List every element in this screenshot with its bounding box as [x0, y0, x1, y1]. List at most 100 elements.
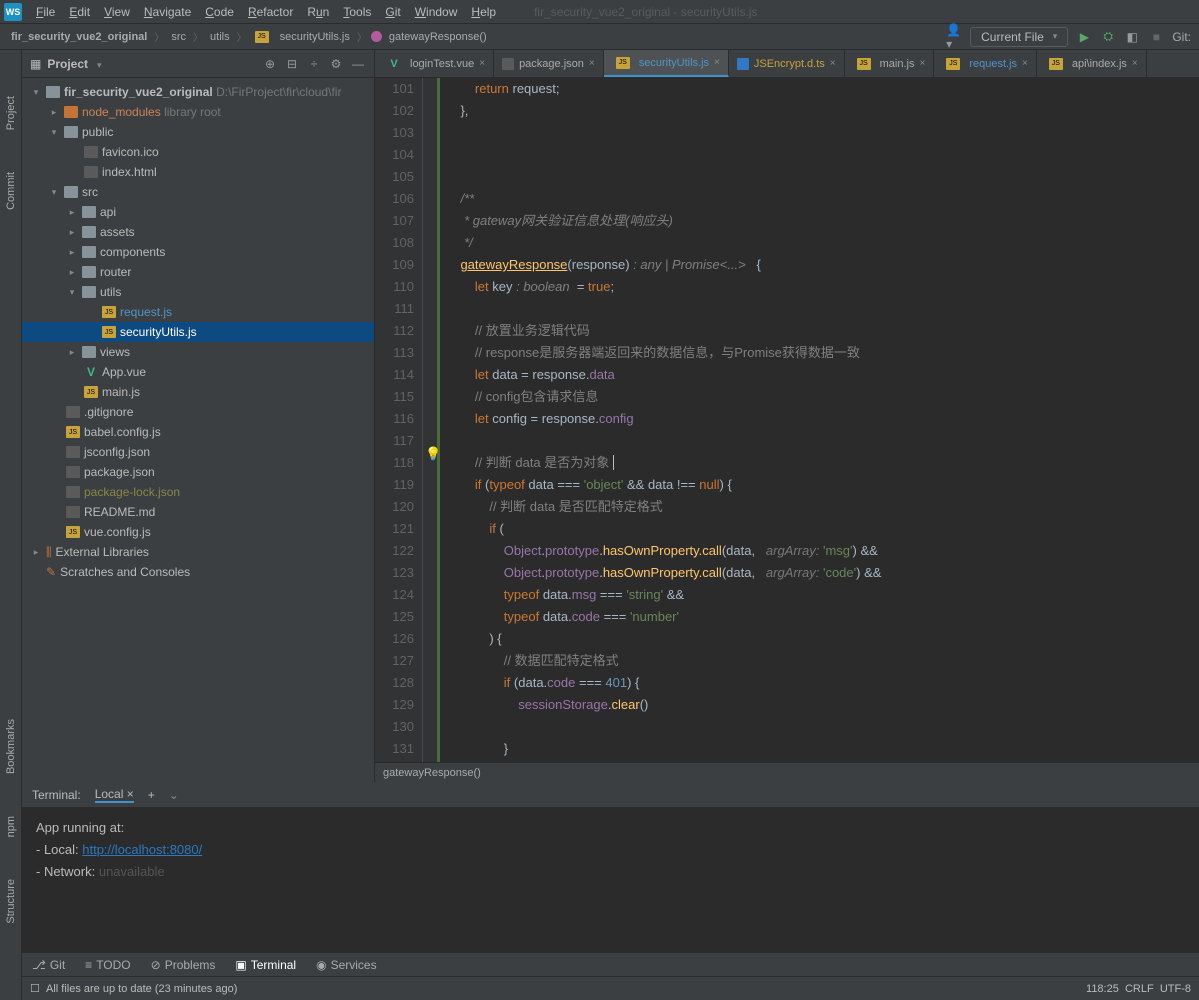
file-icon [66, 446, 80, 458]
project-tree[interactable]: ▾fir_security_vue2_original D:\FirProjec… [22, 78, 374, 782]
tree-public[interactable]: ▾public [22, 122, 374, 142]
tool-npm[interactable]: npm [5, 810, 17, 843]
bc-src[interactable]: src [168, 29, 189, 45]
tab-jsencrypt[interactable]: JSEncrypt.d.ts× [729, 50, 845, 77]
tree-assets[interactable]: ▸assets [22, 222, 374, 242]
menu-help[interactable]: Help [465, 3, 502, 21]
tw-services[interactable]: ◉ Services [316, 958, 377, 972]
close-icon[interactable]: × [589, 58, 595, 69]
tree-router[interactable]: ▸router [22, 262, 374, 282]
tab-logintest[interactable]: VloginTest.vue× [375, 50, 494, 77]
encoding[interactable]: UTF-8 [1160, 983, 1191, 995]
md-icon [66, 506, 80, 518]
run-button[interactable]: ▶ [1076, 29, 1092, 45]
tree-jsconfig[interactable]: jsconfig.json [22, 442, 374, 462]
tree-components[interactable]: ▸components [22, 242, 374, 262]
tree-extlib[interactable]: ▸⫼External Libraries [22, 542, 374, 562]
tree-favicon[interactable]: favicon.ico [22, 142, 374, 162]
bc-project[interactable]: fir_security_vue2_original [8, 29, 150, 45]
tab-request[interactable]: JSrequest.js× [934, 50, 1037, 77]
tab-main[interactable]: JSmain.js× [845, 50, 935, 77]
stop-button[interactable]: ■ [1148, 29, 1164, 45]
tool-project[interactable]: Project [5, 90, 17, 136]
js-icon: JS [1049, 58, 1063, 70]
tool-structure[interactable]: Structure [5, 873, 17, 930]
tree-request[interactable]: JSrequest.js [22, 302, 374, 322]
menu-refactor[interactable]: Refactor [242, 3, 299, 21]
terminal-tab-local[interactable]: Local × [95, 787, 134, 803]
menu-file[interactable]: File [30, 3, 61, 21]
menu-window[interactable]: Window [409, 3, 464, 21]
tool-commit[interactable]: Commit [5, 166, 17, 216]
tab-security[interactable]: JSsecurityUtils.js× [604, 50, 729, 77]
hide-icon[interactable]: — [350, 56, 366, 72]
tree-readme[interactable]: README.md [22, 502, 374, 522]
tree-api[interactable]: ▸api [22, 202, 374, 222]
menu-view[interactable]: View [98, 3, 136, 21]
close-icon[interactable]: × [479, 58, 485, 69]
localhost-link[interactable]: http://localhost:8080/ [82, 842, 202, 857]
tab-package[interactable]: package.json× [494, 50, 604, 77]
user-icon[interactable]: 👤▾ [946, 29, 962, 45]
new-terminal-button[interactable]: + [148, 788, 155, 802]
line-ending[interactable]: CRLF [1125, 983, 1154, 995]
menu-run[interactable]: Run [301, 3, 335, 21]
menu-edit[interactable]: Edit [63, 3, 96, 21]
menu-git[interactable]: Git [379, 3, 406, 21]
menu-navigate[interactable]: Navigate [138, 3, 197, 21]
bc-file[interactable]: securityUtils.js [277, 29, 353, 45]
tree-security[interactable]: JSsecurityUtils.js [22, 322, 374, 342]
tree-babel[interactable]: JSbabel.config.js [22, 422, 374, 442]
terminal-dropdown[interactable]: ⌄ [169, 788, 179, 802]
locate-icon[interactable]: ⊕ [262, 56, 278, 72]
tw-todo[interactable]: ≡ TODO [85, 958, 130, 972]
fold-gutter [423, 78, 437, 762]
bc-fn[interactable]: gatewayResponse() [386, 29, 490, 45]
tree-packagejson[interactable]: package.json [22, 462, 374, 482]
bottom-breadcrumb[interactable]: gatewayResponse() [375, 762, 1199, 782]
tree-gitignore[interactable]: .gitignore [22, 402, 374, 422]
file-icon [66, 486, 80, 498]
menu-code[interactable]: Code [199, 3, 240, 21]
terminal-output[interactable]: App running at: - Local: http://localhos… [22, 807, 1199, 952]
collapse-icon[interactable]: ÷ [306, 56, 322, 72]
tree-src[interactable]: ▾src [22, 182, 374, 202]
tree-scratches[interactable]: ✎Scratches and Consoles [22, 562, 374, 582]
tree-root[interactable]: ▾fir_security_vue2_original D:\FirProjec… [22, 82, 374, 102]
tab-apiindex[interactable]: JSapi\index.js× [1037, 50, 1147, 77]
tw-terminal[interactable]: ▣ Terminal [235, 958, 296, 972]
tw-problems[interactable]: ⊘ Problems [151, 958, 216, 972]
code-editor[interactable]: 1011021031041051061071081091101111121131… [375, 78, 1199, 762]
window-title: fir_security_vue2_original - securityUti… [534, 5, 757, 19]
code-content[interactable]: return request; }, /** * gateway网关验证信息处理… [437, 78, 1199, 762]
close-icon[interactable]: × [1022, 58, 1028, 69]
close-icon[interactable]: × [919, 58, 925, 69]
tree-utils[interactable]: ▾utils [22, 282, 374, 302]
tree-vueconfig[interactable]: JSvue.config.js [22, 522, 374, 542]
run-config-dropdown[interactable]: Current File [970, 27, 1068, 47]
intention-bulb-icon[interactable]: 💡 [425, 446, 441, 462]
tree-views[interactable]: ▸views [22, 342, 374, 362]
project-view-dropdown[interactable] [94, 57, 102, 71]
tool-bookmarks[interactable]: Bookmarks [5, 713, 17, 780]
settings-icon[interactable]: ⚙ [328, 56, 344, 72]
tree-appvue[interactable]: VApp.vue [22, 362, 374, 382]
close-icon[interactable]: × [830, 58, 836, 69]
tree-indexhtml[interactable]: index.html [22, 162, 374, 182]
debug-button[interactable]: ⛭ [1100, 29, 1116, 45]
status-icon[interactable]: ☐ [30, 982, 40, 995]
coverage-button[interactable]: ◧ [1124, 29, 1140, 45]
caret-position[interactable]: 118:25 [1086, 983, 1119, 995]
close-icon[interactable]: × [714, 57, 720, 68]
tree-packagelock[interactable]: package-lock.json [22, 482, 374, 502]
expand-icon[interactable]: ⊟ [284, 56, 300, 72]
tree-node-modules[interactable]: ▸node_modules library root [22, 102, 374, 122]
js-icon: JS [857, 58, 871, 70]
bc-utils[interactable]: utils [207, 29, 233, 45]
tw-git[interactable]: ⎇ Git [32, 958, 65, 972]
tree-mainjs[interactable]: JSmain.js [22, 382, 374, 402]
close-icon[interactable]: × [1132, 58, 1138, 69]
tool-window-bar: ⎇ Git ≡ TODO ⊘ Problems ▣ Terminal ◉ Ser… [22, 952, 1199, 976]
menu-tools[interactable]: Tools [337, 3, 377, 21]
project-panel: ▦ Project ⊕ ⊟ ÷ ⚙ — ▾fir_security_vue2_o… [22, 50, 375, 782]
